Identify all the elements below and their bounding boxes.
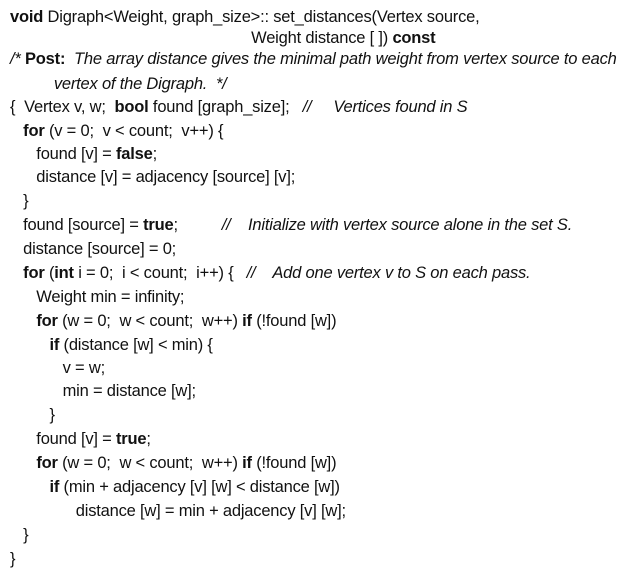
code-text: { Vertex v, w; [10, 98, 115, 116]
code-keyword: for [36, 312, 58, 330]
code-text: (w = 0; w < count; w++) [57, 312, 243, 330]
code-text: } [10, 192, 29, 210]
code-text: distance [source] = 0; [10, 240, 177, 258]
code-keyword: false [116, 145, 153, 163]
code-text: distance [v] = adjacency [source] [v]; [10, 168, 296, 186]
code-text: (v = 0; v < count; v++) { [44, 122, 224, 140]
code-text: ( [44, 264, 55, 282]
code-line: v = w; [10, 357, 106, 380]
code-text: v = w; [10, 359, 106, 377]
code-line: vertex of the Digraph. */ [10, 73, 227, 96]
code-line: found [v] = true; [10, 428, 151, 451]
code-line: for (w = 0; w < count; w++) if (!found [… [10, 452, 336, 475]
code-keyword: for [23, 122, 45, 140]
code-text: ; [173, 216, 222, 234]
code-text: ; [152, 145, 158, 163]
code-line: { Vertex v, w; bool found [graph_size]; … [10, 96, 468, 119]
code-keyword: if [242, 312, 252, 330]
code-comment: The array distance gives the minimal pat… [65, 50, 617, 68]
code-line: distance [w] = min + adjacency [v] [w]; [10, 500, 346, 523]
code-keyword: if [49, 478, 60, 496]
code-line: distance [v] = adjacency [source] [v]; [10, 166, 295, 189]
code-keyword: if [49, 336, 60, 354]
code-text: found [graph_size]; [148, 98, 303, 116]
code-text: i = 0; i < count; i++) { [73, 264, 247, 282]
code-line: /* Post: The array distance gives the mi… [10, 48, 617, 71]
code-text: found [source] = [10, 216, 144, 234]
code-text: (w = 0; w < count; w++) [57, 454, 243, 472]
code-keyword: int [54, 264, 74, 282]
code-keyword: void [10, 8, 44, 26]
code-line: found [source] = true; // Initialize wit… [10, 214, 572, 237]
code-text: found [v] = [10, 430, 117, 448]
code-comment: /* [10, 50, 25, 68]
code-line: for (v = 0; v < count; v++) { [10, 120, 223, 143]
code-keyword: true [116, 430, 147, 448]
code-line: } [10, 404, 55, 427]
code-text: } [10, 526, 29, 544]
code-text: Weight min = infinity; [10, 288, 185, 306]
code-comment: // Vertices found in S [302, 98, 468, 116]
code-text: (!found [w]) [251, 454, 337, 472]
code-line: Weight distance [ ]) const [10, 27, 436, 50]
code-text: Weight distance [ ]) [10, 29, 393, 47]
code-line: found [v] = false; [10, 143, 157, 166]
code-keyword: for [23, 264, 45, 282]
code-line: for (w = 0; w < count; w++) if (!found [… [10, 310, 336, 333]
code-keyword: const [392, 29, 436, 47]
code-text: min = distance [w]; [10, 382, 197, 400]
code-text: Digraph<Weight, graph_size>:: set_distan… [43, 8, 480, 26]
code-text: ; [146, 430, 151, 448]
code-comment: vertex of the Digraph. */ [10, 75, 227, 93]
code-text: found [v] = [10, 145, 117, 163]
code-comment: // Initialize with vertex source alone i… [221, 216, 573, 234]
code-line: Weight min = infinity; [10, 286, 184, 309]
code-line: } [10, 524, 29, 547]
code-keyword: bool [114, 98, 149, 116]
code-text: (distance [w] < min) { [59, 336, 213, 354]
code-line: } [10, 190, 29, 213]
code-text: (!found [w]) [251, 312, 337, 330]
code-text: } [10, 406, 55, 424]
code-line: if (min + adjacency [v] [w] < distance [… [10, 476, 340, 499]
code-line: } [10, 548, 16, 571]
code-line: if (distance [w] < min) { [10, 334, 213, 357]
code-comment: // Add one vertex v to S on each pass. [246, 264, 531, 282]
code-line: min = distance [w]; [10, 380, 197, 403]
code-line: void Digraph<Weight, graph_size>:: set_d… [10, 6, 480, 29]
code-text: } [10, 550, 16, 568]
code-keyword: true [143, 216, 174, 234]
code-text: (min + adjacency [v] [w] < distance [w]) [59, 478, 340, 496]
code-line: for (int i = 0; i < count; i++) { // Add… [10, 262, 530, 285]
code-line: distance [source] = 0; [10, 238, 176, 261]
code-keyword: Post: [25, 50, 66, 68]
code-keyword: if [242, 454, 252, 472]
code-text: distance [w] = min + adjacency [v] [w]; [10, 502, 346, 520]
code-keyword: for [36, 454, 58, 472]
